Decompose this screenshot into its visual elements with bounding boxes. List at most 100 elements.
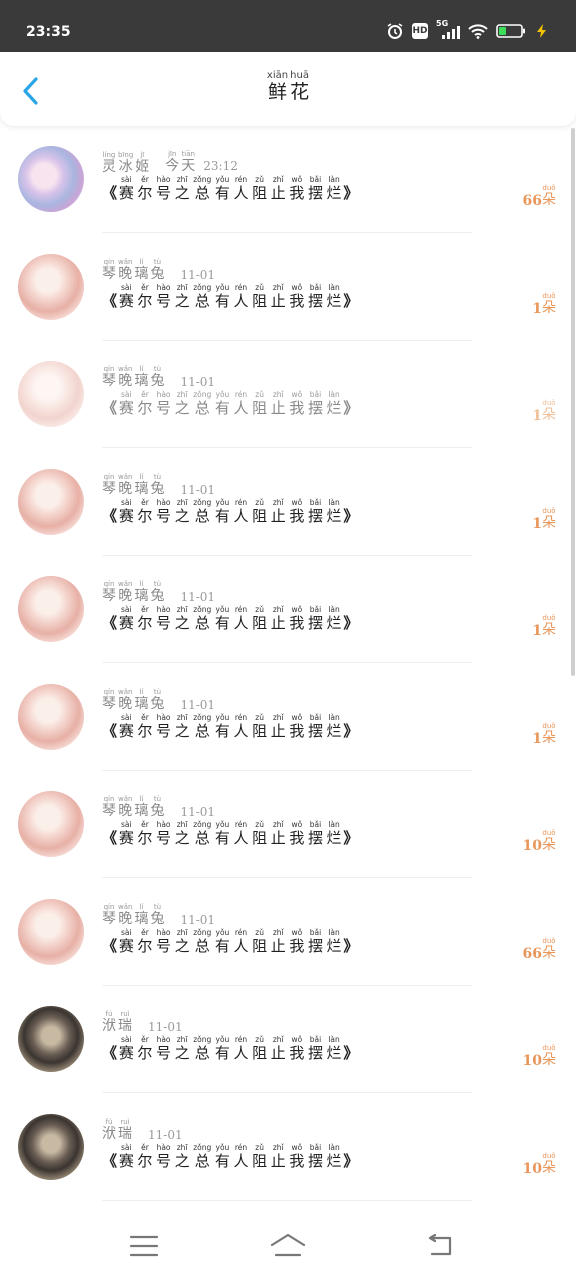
avatar[interactable] [18,1006,84,1072]
char: 我 [289,936,305,955]
name-char: 晚wǎn [118,580,132,604]
char: 我 [289,399,305,417]
name-char: 兔tù [150,903,164,927]
pinyin: zhǐ [270,497,286,507]
pinyin: ěr [137,282,153,292]
char: 尔 [137,614,153,632]
pinyin: wǎn [118,472,133,481]
message-char: 烂làn [327,605,342,632]
pinyin: bǎi [307,1142,323,1152]
list-item[interactable]: 洑fú瑞ruì 11-01 《赛sài尔ěr号hào之zhī总zǒng有yǒu人ré… [0,986,576,1094]
message-char: 尔ěr [137,283,152,310]
menu-button[interactable] [119,1226,169,1266]
message-char: 号hào [156,175,171,202]
pinyin: zhī [174,605,190,614]
list-item[interactable]: 琴qín晚wǎn璃lí兔tù 11-01 《赛sài尔ěr号hào之zhī总zǒng… [0,449,576,557]
name-char: 洑fú [102,1118,116,1142]
pinyin: làn [326,282,342,292]
menu-icon [129,1235,159,1257]
avatar[interactable] [18,361,84,427]
char: 赛 [118,614,134,632]
divider [102,1199,472,1201]
avatar[interactable] [18,468,84,535]
count-unit: 朵duǒ [542,1044,556,1069]
name-char: 琴qín [102,365,116,389]
char: 烂 [326,829,342,847]
pinyin: zǒng [193,175,212,184]
char: 止 [270,829,286,847]
avatar[interactable] [18,146,84,212]
pinyin: lí [134,580,149,588]
char: 晚 [118,910,133,927]
char: 止 [270,936,286,955]
list-item[interactable]: 琴qín晚wǎn璃lí兔tù 11-01 《赛sài尔ěr号hào之zhī总zǒng… [0,341,576,449]
list-item[interactable]: 琴qín晚wǎn璃lí兔tù 11-01 《赛sài尔ěr号hào之zhī总zǒng… [0,234,576,342]
message-char: 号hào [156,713,172,740]
name-char: 琴qín [102,580,116,604]
flower-count: 10 朵duǒ [523,829,556,854]
pinyin: sài [118,1142,134,1152]
message-char: 我wǒ [289,1143,304,1170]
pinyin: zhǐ [270,1142,286,1152]
flower-list: 灵líng冰bīng姬jī 今jīn天tiān23:12 《赛sài尔ěr号hào之… [0,126,576,1201]
name-char: 琴qín [102,258,116,282]
char: 总 [193,614,212,632]
list-item[interactable]: 琴qín晚wǎn璃lí兔tù 11-01 《赛sài尔ěr号hào之zhī总zǒng… [0,771,576,879]
pinyin: sài [118,282,134,292]
char: 琴 [102,480,116,497]
message-char: 之zhī [175,928,190,955]
char: 阻 [252,614,268,632]
message-char: 烂làn [327,390,342,417]
char: 有 [214,506,230,525]
message-char: 摆bǎi [307,498,323,525]
count-number: 1 [532,730,542,747]
avatar[interactable] [18,576,84,642]
message-char: 赛sài [119,928,134,955]
list-item[interactable]: 琴qín晚wǎn璃lí兔tù 11-01 《赛sài尔ěr号hào之zhī总zǒng… [0,556,576,664]
char: 总 [193,829,212,847]
list-item[interactable]: 琴qín晚wǎn璃lí兔tù 11-01 《赛sài尔ěr号hào之zhī总zǒng… [0,879,576,987]
timestamp: 11-01 [148,1020,183,1034]
char: 号 [156,721,172,740]
pinyin: duǒ [542,721,556,730]
home-button[interactable] [263,1226,313,1266]
list-item[interactable]: 洑fú瑞ruì 11-01 《赛sài尔ěr号hào之zhī总zǒng有yǒu人ré… [0,1094,576,1202]
nav-back-button[interactable] [415,1226,465,1266]
avatar[interactable] [18,1113,84,1180]
char: 赛 [118,1044,134,1062]
pinyin: làn [326,927,342,937]
pinyin: wǎn [118,257,133,266]
avatar[interactable] [18,898,84,965]
message-char: 摆bǎi [308,1035,323,1062]
char: 有 [214,936,230,955]
pinyin: làn [326,605,342,614]
scrollbar[interactable] [571,128,575,676]
count-unit: 朵duǒ [542,1152,556,1177]
name-char: 姬jī [135,151,149,175]
message-char: 之zhī [175,283,190,310]
char: 灵 [102,159,116,175]
list-item[interactable]: 灵líng冰bīng姬jī 今jīn天tiān 23:12 《赛sài尔ěr号hào之… [0,126,576,234]
pinyin: sài [118,497,134,507]
avatar[interactable] [18,253,84,320]
char: 兔 [150,480,165,497]
pinyin: zhī [174,390,190,399]
avatar[interactable] [18,791,84,857]
pinyin: jī [135,151,150,159]
message-char: 之zhī [175,820,190,847]
char: 洑 [102,1018,116,1034]
pinyin: wǒ [289,605,305,614]
list-item[interactable]: 琴qín晚wǎn璃lí兔tù 11-01 《赛sài尔ěr号hào之zhī总zǒng… [0,664,576,772]
pinyin: duǒ [542,184,556,192]
message-char: 烂làn [327,175,342,202]
pinyin: zhǐ [270,712,286,722]
char: 有 [214,184,230,202]
pinyin: yǒu [214,605,230,614]
char: 尔 [137,506,153,525]
char: 有 [214,721,230,740]
pinyin: lí [134,472,149,481]
avatar[interactable] [18,683,84,750]
char: 摆 [307,506,323,525]
pinyin: yǒu [214,1142,230,1152]
char: 赛 [118,1151,134,1170]
